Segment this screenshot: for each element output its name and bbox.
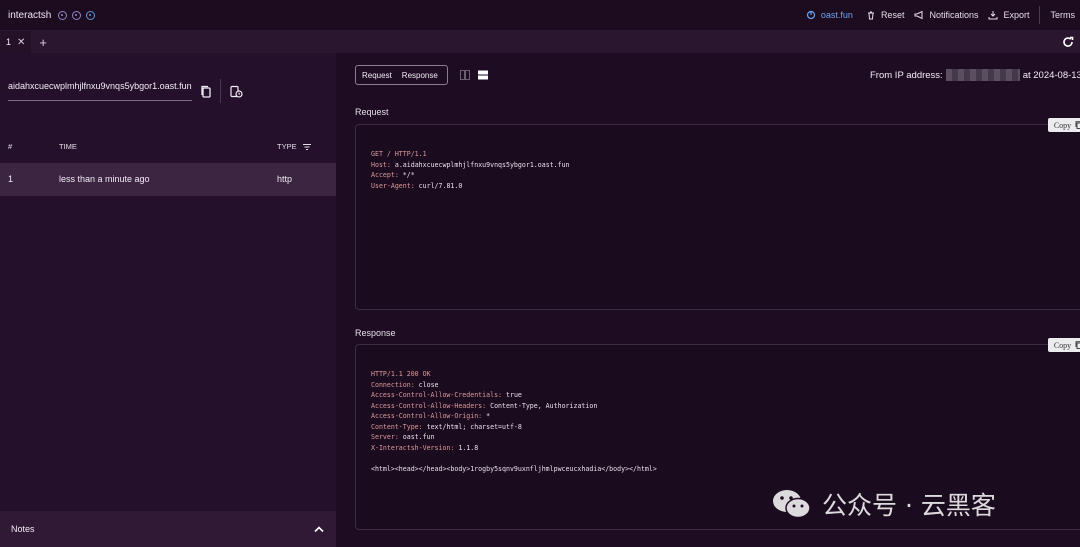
download-icon	[988, 11, 998, 20]
col-time: TIME	[59, 142, 77, 151]
response-title: Response	[355, 328, 396, 338]
close-icon[interactable]: ✕	[17, 37, 25, 48]
header-value: oast.fun	[402, 433, 435, 441]
detail-panel: Request Response From IP address: at 202…	[336, 53, 1080, 547]
header-value: 1.1.8	[458, 443, 479, 452]
copy-response-button[interactable]: Copy	[1048, 338, 1080, 352]
header-value: curl/7.81.0	[418, 181, 463, 190]
status-dot-icon	[58, 10, 68, 20]
notifications-label: Notifications	[929, 10, 979, 20]
request-box: Copy GET / HTTP/1.1 Host: a.aidahxcuecwp…	[355, 118, 1080, 310]
row-type: http	[277, 174, 293, 184]
header-value: a.aidahxcuecwplmhjlfnxu9vnqs5ybgor1.oast…	[394, 160, 570, 169]
request-toggle[interactable]: Request	[362, 71, 392, 80]
tab-label: 1	[6, 37, 12, 47]
export-button[interactable]: Export	[983, 0, 1034, 30]
notifications-button[interactable]: Notifications	[909, 0, 983, 30]
col-type: TYPE	[277, 142, 311, 151]
status-dot-icon	[86, 10, 96, 20]
row-num: 1	[8, 174, 14, 184]
refresh-icon[interactable]	[1062, 36, 1074, 48]
header-key: Access-Control-Allow-Origin:	[371, 412, 483, 420]
header-value: true	[506, 391, 522, 399]
stacked-view-icon[interactable]	[478, 70, 488, 80]
copy-label: Copy	[1053, 340, 1072, 350]
header-key: Access-Control-Allow-Credentials:	[371, 391, 503, 399]
trash-icon	[867, 11, 874, 20]
header-key: Accept:	[371, 171, 399, 179]
terms-label: Terms	[1050, 10, 1076, 20]
copy-icon	[1075, 341, 1080, 349]
top-bar: interactsh oast.fun Reset Notifications …	[0, 0, 1080, 31]
response-body: <html><head></head><body>1rogby5sqnv9uxn…	[371, 464, 657, 473]
table-header: # TIME TYPE	[0, 139, 336, 163]
header-key: Host:	[371, 160, 391, 169]
app-title: interactsh	[8, 9, 52, 21]
copy-icon[interactable]	[200, 85, 212, 98]
col-type-label: TYPE	[277, 142, 297, 151]
chevron-up-icon[interactable]	[314, 525, 324, 533]
pulse-icon	[806, 10, 816, 20]
status-dot-icon	[72, 10, 82, 20]
status-line: HTTP/1.1 200 OK	[371, 370, 431, 378]
request-response-toggle: Request Response	[355, 65, 448, 85]
watermark: 公众号 · 云黑客	[770, 486, 996, 522]
header-value: text/html; charset=utf-8	[426, 422, 522, 431]
copy-request-button[interactable]: Copy	[1048, 118, 1080, 132]
header-key: Connection:	[371, 380, 415, 389]
row-time: less than a minute ago	[59, 174, 150, 184]
copy-icon	[1075, 121, 1080, 129]
status-icons	[58, 10, 96, 20]
oast-url: aidahxcuecwplmhjlfnxu9vnqs5ybgor1.oast.f…	[8, 81, 192, 101]
header-key: Server:	[371, 433, 399, 441]
header-value: */*	[402, 171, 415, 179]
response-raw: HTTP/1.1 200 OK Connection: close Access…	[371, 369, 1080, 474]
header-key: X-Interactsh-Version:	[371, 443, 455, 452]
header-key: Access-Control-Allow-Headers:	[371, 401, 487, 410]
header-key: Content-Type:	[371, 422, 423, 431]
view-switcher	[460, 70, 488, 80]
timestamp: at 2024-08-13	[1022, 69, 1080, 81]
header-value: Content-Type, Authorization	[490, 401, 598, 410]
request-raw: GET / HTTP/1.1 Host: a.aidahxcuecwplmhjl…	[371, 149, 1080, 191]
tab-bar: 1 ✕ +	[0, 31, 1080, 53]
filter-icon[interactable]	[302, 144, 311, 151]
response-toggle[interactable]: Response	[402, 71, 438, 80]
request-line: GET / HTTP/1.1	[371, 150, 427, 158]
divider	[220, 79, 221, 103]
copy-label: Copy	[1053, 120, 1072, 130]
add-tab-icon[interactable]: +	[39, 36, 47, 49]
header-nav: oast.fun Reset Notifications Export Term…	[801, 0, 1080, 30]
server-link[interactable]: oast.fun	[801, 0, 858, 30]
split-view-icon[interactable]	[460, 70, 470, 80]
header-value: *	[486, 412, 491, 420]
server-link-label: oast.fun	[820, 10, 853, 20]
url-row: aidahxcuecwplmhjlfnxu9vnqs5ybgor1.oast.f…	[8, 79, 243, 103]
interactions-panel: aidahxcuecwplmhjlfnxu9vnqs5ybgor1.oast.f…	[0, 53, 336, 547]
notes-label: Notes	[11, 524, 35, 534]
megaphone-icon	[914, 10, 923, 20]
export-label: Export	[1003, 10, 1030, 20]
header-key: User-Agent:	[371, 181, 415, 190]
table-row[interactable]: 1 less than a minute ago http	[0, 163, 336, 196]
from-ip-info: From IP address: at 2024-08-13	[870, 69, 1080, 81]
from-ip-label: From IP address:	[870, 69, 943, 81]
notes-bar[interactable]: Notes	[0, 511, 336, 547]
tab-1[interactable]: 1 ✕	[0, 31, 32, 53]
nav-divider	[1038, 6, 1040, 24]
request-title: Request	[355, 107, 389, 117]
clipboard-clock-icon[interactable]	[230, 85, 243, 98]
reset-label: Reset	[880, 10, 905, 20]
redacted-ip	[945, 69, 1020, 81]
col-num: #	[8, 142, 13, 151]
terms-link[interactable]: Terms	[1046, 0, 1080, 30]
watermark-text: 公众号 · 云黑客	[822, 491, 996, 520]
reset-button[interactable]: Reset	[861, 0, 910, 30]
wechat-logo-icon	[773, 490, 811, 519]
header-value: close	[418, 380, 439, 389]
